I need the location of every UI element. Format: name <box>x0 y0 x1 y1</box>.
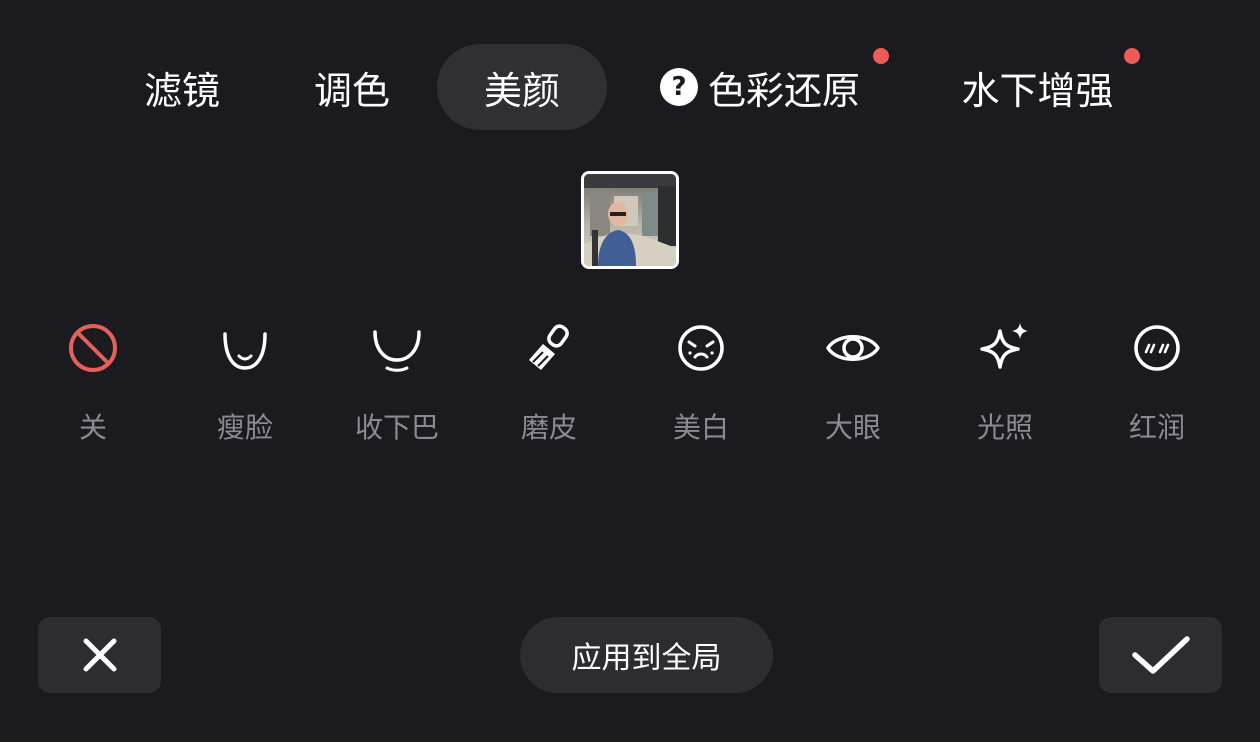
tab-filter[interactable]: 滤镜 <box>112 44 252 130</box>
tool-label: 光照 <box>976 411 1033 444</box>
tool-label: 收下巴 <box>354 411 439 444</box>
eye-icon <box>825 320 881 376</box>
tool-label: 美白 <box>672 411 729 444</box>
apply-to-all-button[interactable]: 应用到全局 <box>520 617 773 693</box>
tool-smooth-skin[interactable]: 磨皮 <box>479 320 619 450</box>
tool-label: 红润 <box>1128 411 1185 444</box>
slim-face-icon <box>217 320 273 376</box>
tab-label: 水下增强 <box>961 68 1114 113</box>
blush-face-icon <box>1129 320 1185 376</box>
close-icon <box>83 638 116 672</box>
tab-label: 滤镜 <box>143 68 220 113</box>
disable-icon <box>65 320 121 376</box>
beauty-panel: 滤镜 调色 美颜 ? 色彩还原 水下增强 关 瘦脸 收下巴 磨皮 美白 大眼 光… <box>0 0 1260 742</box>
tool-label: 瘦脸 <box>216 411 273 444</box>
person-photo-thumbnail[interactable] <box>581 171 679 269</box>
tool-label: 磨皮 <box>520 411 577 444</box>
sparkle-icon <box>977 320 1033 376</box>
confirm-button[interactable] <box>1099 617 1222 693</box>
badge-dot <box>873 48 889 64</box>
tab-bar: 滤镜 调色 美颜 ? 色彩还原 水下增强 <box>0 0 1260 140</box>
whitening-face-icon <box>673 320 729 376</box>
tool-chin[interactable]: 收下巴 <box>327 320 467 450</box>
tab-label: 美颜 <box>483 68 560 113</box>
tool-rosy[interactable]: 红润 <box>1087 320 1227 450</box>
tool-off[interactable]: 关 <box>23 320 163 450</box>
tab-color-grade[interactable]: 调色 <box>282 44 422 130</box>
chin-icon <box>369 320 425 376</box>
tool-big-eye[interactable]: 大眼 <box>783 320 923 450</box>
tool-whitening[interactable]: 美白 <box>631 320 771 450</box>
brush-icon <box>521 320 577 376</box>
check-icon <box>1131 636 1190 674</box>
close-button[interactable] <box>38 617 161 693</box>
beauty-tool-list: 关 瘦脸 收下巴 磨皮 美白 大眼 光照 红润 <box>0 320 1260 460</box>
tab-underwater[interactable]: 水下增强 <box>940 44 1135 130</box>
tab-label: 色彩还原 <box>707 68 860 113</box>
tab-beauty[interactable]: 美颜 <box>437 44 607 130</box>
apply-to-all-label: 应用到全局 <box>571 641 722 676</box>
tool-label: 大眼 <box>824 411 881 444</box>
tool-lighting[interactable]: 光照 <box>935 320 1075 450</box>
help-icon[interactable]: ? <box>659 68 698 106</box>
tool-slim-face[interactable]: 瘦脸 <box>175 320 315 450</box>
badge-dot <box>1124 48 1140 64</box>
tab-color-restore[interactable]: ? 色彩还原 <box>640 44 880 130</box>
photo-image <box>584 174 676 266</box>
tool-label: 关 <box>78 411 107 444</box>
tab-label: 调色 <box>313 68 390 113</box>
